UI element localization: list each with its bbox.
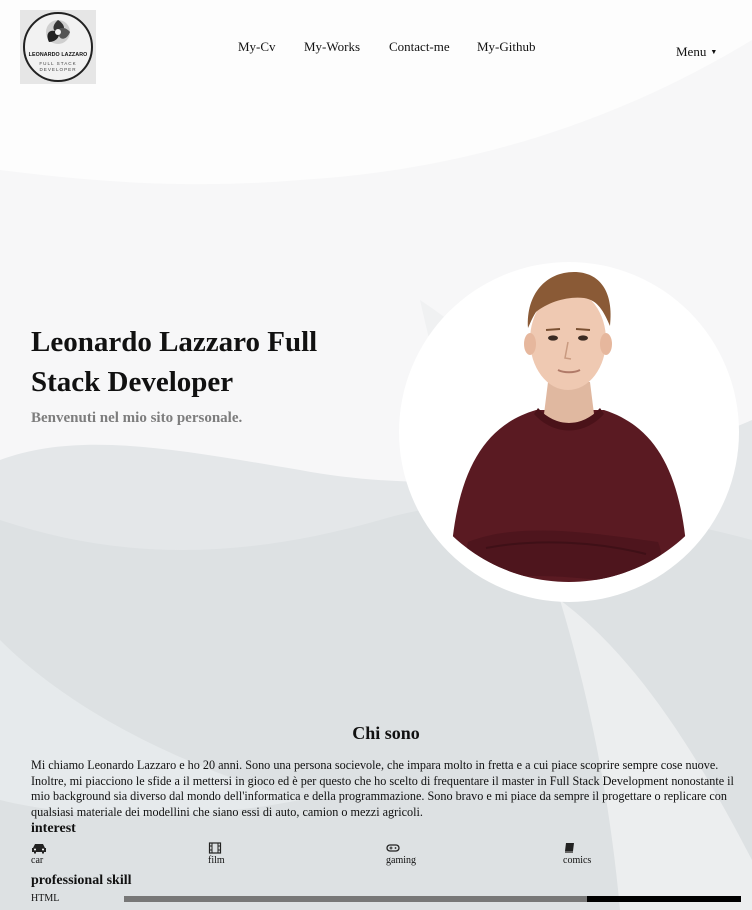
logo-mark-icon bbox=[46, 20, 70, 44]
interest-label: car bbox=[31, 855, 44, 866]
profile-photo bbox=[399, 262, 739, 602]
skill-label-html: HTML bbox=[31, 893, 60, 904]
skill-bar-html bbox=[124, 896, 741, 902]
nav-link-my-cv[interactable]: My-Cv bbox=[238, 39, 276, 55]
nav-link-my-works[interactable]: My-Works bbox=[304, 39, 360, 55]
logo-badge: LEONARDO LAZZARO FULL STACK DEVELOPER bbox=[23, 12, 93, 82]
menu-label: Menu bbox=[676, 44, 707, 59]
logo[interactable]: LEONARDO LAZZARO FULL STACK DEVELOPER bbox=[20, 10, 96, 84]
interest-item-film: film bbox=[208, 842, 288, 866]
skills-title: professional skill bbox=[31, 873, 132, 888]
interests-title: interest bbox=[31, 821, 76, 836]
nav-link-contact-me[interactable]: Contact-me bbox=[389, 39, 450, 55]
logo-name: LEONARDO LAZZARO bbox=[28, 52, 88, 58]
about-text: Mi chiamo Leonardo Lazzaro e ho 20 anni.… bbox=[31, 758, 734, 819]
caret-down-icon: ▼ bbox=[710, 48, 718, 56]
logo-tagline-2: DEVELOPER bbox=[39, 67, 77, 72]
skill-bar-fill bbox=[124, 896, 587, 902]
film-icon bbox=[208, 842, 222, 854]
book-icon bbox=[565, 843, 574, 853]
car-icon bbox=[32, 844, 46, 854]
logo-tagline-1: FULL STACK bbox=[39, 61, 77, 66]
interest-item-car: car bbox=[31, 842, 111, 866]
interest-item-gaming: gaming bbox=[386, 842, 466, 866]
interest-item-comics: comics bbox=[563, 842, 643, 866]
interest-label: comics bbox=[563, 855, 592, 866]
nav-link-my-github[interactable]: My-Github bbox=[477, 39, 536, 55]
hero-subtitle: Benvenuti nel mio sito personale. bbox=[31, 410, 243, 426]
about-title: Chi sono bbox=[352, 723, 420, 743]
hero-title: Leonardo Lazzaro Full Stack Developer bbox=[31, 326, 318, 398]
logo-tagline: FULL STACK DEVELOPER bbox=[25, 61, 91, 73]
menu-dropdown[interactable]: Menu ▼ bbox=[676, 44, 717, 60]
interest-label: gaming bbox=[386, 855, 416, 866]
gamepad-icon bbox=[386, 844, 400, 852]
header: LEONARDO LAZZARO FULL STACK DEVELOPER My… bbox=[0, 0, 752, 90]
interest-label: film bbox=[208, 855, 225, 866]
